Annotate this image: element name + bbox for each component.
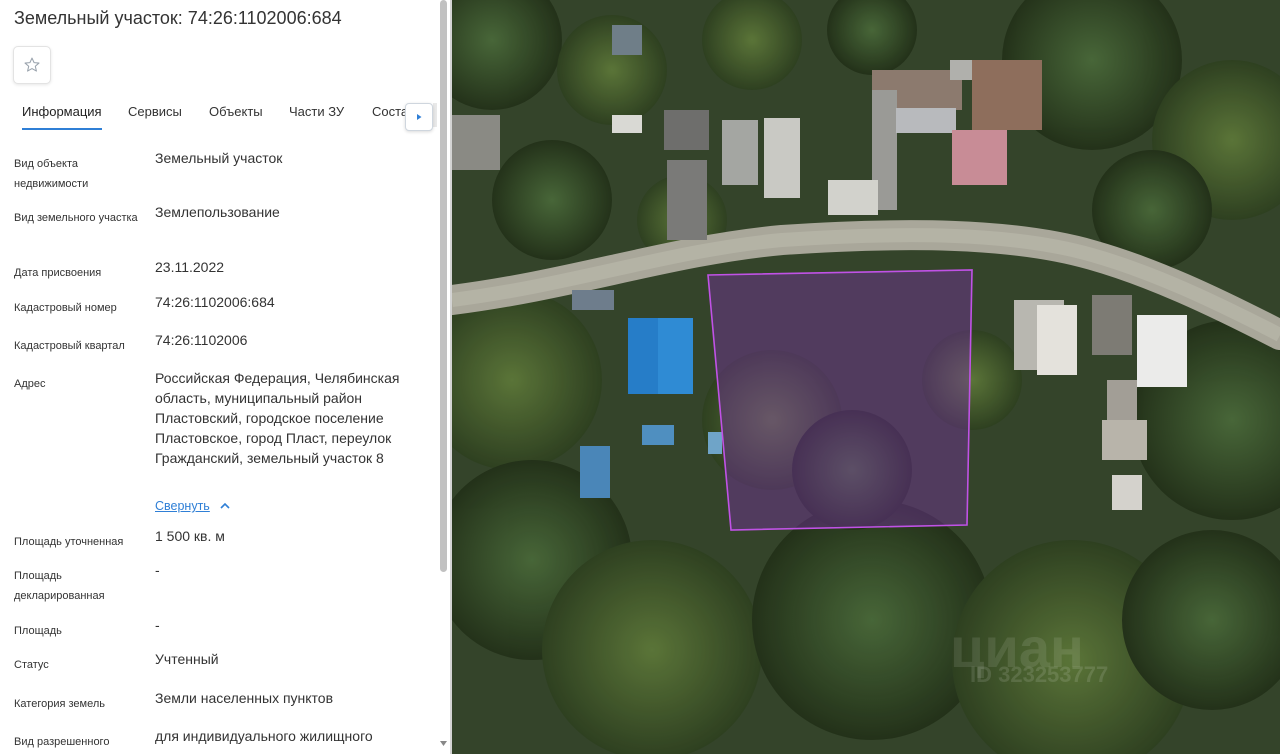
field-label: Вид земельного участка bbox=[14, 212, 138, 224]
tab-scroll-right-button[interactable] bbox=[405, 103, 433, 131]
field-value: Учтенный bbox=[155, 651, 219, 667]
tab-information[interactable]: Информация bbox=[22, 104, 102, 130]
field-value: 1 500 кв. м bbox=[155, 528, 225, 544]
info-panel: Земельный участок: 74:26:1102006:684 Инф… bbox=[0, 0, 450, 754]
field-label: Вид объекта недвижимости bbox=[14, 158, 89, 190]
field-label: Кадастровый номер bbox=[14, 302, 117, 314]
caret-right-icon bbox=[417, 114, 422, 120]
field-value: для индивидуального жилищного bbox=[155, 728, 373, 744]
tab-parts[interactable]: Части ЗУ bbox=[289, 104, 344, 119]
field-label: Площадь уточненная bbox=[14, 536, 124, 548]
tab-objects[interactable]: Объекты bbox=[209, 104, 263, 119]
watermark-listing-id: ID 323253777 bbox=[970, 662, 1109, 687]
field-label: Статус bbox=[14, 659, 49, 671]
satellite-map[interactable]: циан ID 323253777 bbox=[452, 0, 1280, 754]
field-value: Земельный участок bbox=[155, 150, 283, 166]
field-label: Дата присвоения bbox=[14, 267, 102, 279]
field-value: Земли населенных пунктов bbox=[155, 690, 334, 706]
scroll-down-arrow-icon[interactable] bbox=[438, 738, 449, 749]
field-value: - bbox=[155, 562, 160, 578]
field-label: Категория земель bbox=[14, 698, 105, 710]
star-outline-icon bbox=[24, 57, 40, 72]
tab-bar: Информация Сервисы Объекты Части ЗУ Сост… bbox=[0, 96, 437, 132]
satellite-imagery bbox=[452, 0, 1280, 754]
field-label: Кадастровый квартал bbox=[14, 340, 125, 352]
page-title: Земельный участок: 74:26:1102006:684 bbox=[14, 8, 342, 28]
field-label: Площадь bbox=[14, 625, 62, 637]
field-label: Адрес bbox=[14, 378, 46, 390]
favorite-button[interactable] bbox=[13, 46, 51, 84]
parcel-boundary[interactable] bbox=[707, 269, 973, 531]
scrollbar-thumb[interactable] bbox=[440, 0, 447, 572]
tab-composition[interactable]: Соста bbox=[372, 104, 408, 119]
address-value: Российская Федерация, Челябинская област… bbox=[155, 370, 400, 466]
field-value: - bbox=[155, 617, 160, 633]
tab-services[interactable]: Сервисы bbox=[128, 104, 182, 119]
field-value: 74:26:1102006 bbox=[155, 332, 248, 348]
field-value: Землепользование bbox=[155, 204, 280, 220]
field-label: Площадь декларированная bbox=[14, 570, 105, 602]
collapse-address-link[interactable]: Свернуть bbox=[155, 499, 210, 513]
field-value: 74:26:1102006:684 bbox=[155, 294, 275, 310]
chevron-up-icon[interactable] bbox=[218, 499, 232, 513]
field-value: 23.11.2022 bbox=[155, 259, 225, 275]
field-label: Вид разрешенного bbox=[14, 736, 110, 748]
